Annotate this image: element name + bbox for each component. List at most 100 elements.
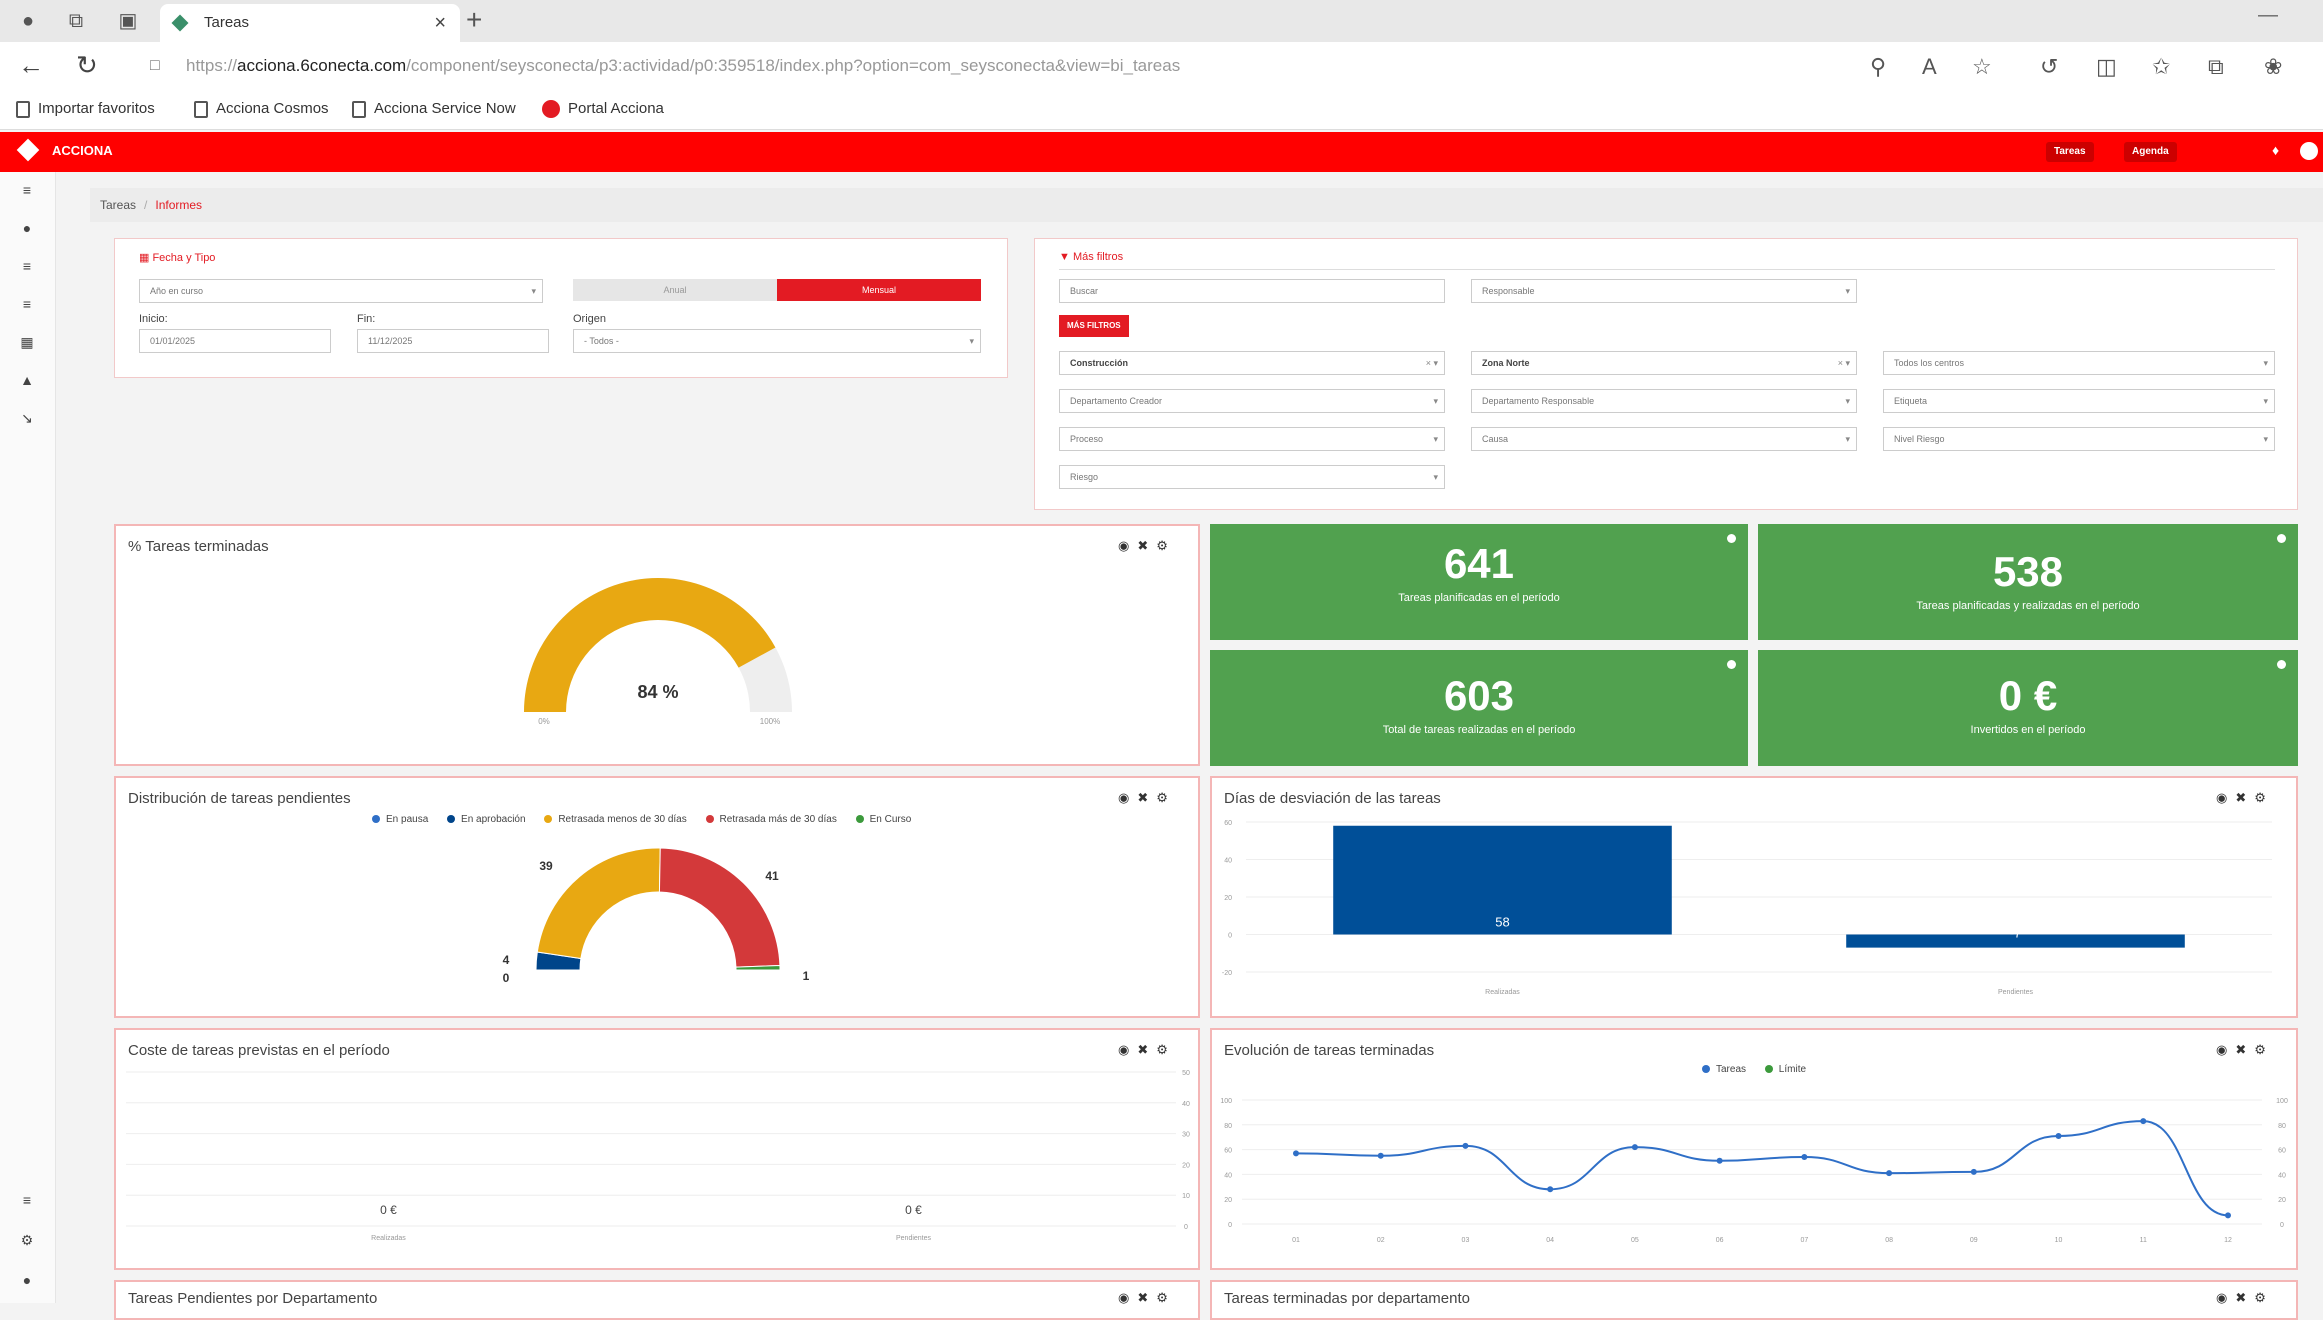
search-input[interactable]: Buscar bbox=[1059, 279, 1445, 303]
warning-icon[interactable]: ▲ bbox=[18, 372, 36, 388]
read-aloud-icon[interactable]: A bbox=[1922, 54, 1937, 80]
data-point bbox=[1716, 1157, 1723, 1164]
annual-toggle[interactable]: Anual bbox=[573, 279, 777, 301]
end-date-field[interactable]: 11/12/2025 bbox=[357, 329, 549, 353]
y-tick-label: 100 bbox=[1220, 1098, 1232, 1105]
y2-tick-label: 0 bbox=[2280, 1222, 2284, 1229]
done-by-department-card: Tareas terminadas por departamento ◉✖⚙ bbox=[1210, 1280, 2298, 1320]
card-title: Tareas Pendientes por Departamento bbox=[128, 1290, 378, 1307]
data-point bbox=[1293, 1150, 1299, 1157]
x-tick-label: 04 bbox=[1546, 1237, 1554, 1244]
chevron-down-icon: ▾ bbox=[2263, 396, 2268, 406]
filter-select-1[interactable]: Construcción × ▾ bbox=[1059, 351, 1445, 375]
x-tick-label: 07 bbox=[1800, 1237, 1808, 1244]
filter-select-7-value: Proceso bbox=[1070, 434, 1104, 444]
bookmark-cosmos[interactable]: Acciona Cosmos bbox=[194, 100, 329, 118]
bookmark-service-now[interactable]: Acciona Service Now bbox=[352, 100, 516, 118]
info-dot-icon[interactable] bbox=[2277, 534, 2286, 543]
acciona-logo-icon bbox=[16, 138, 40, 162]
filter-select-10[interactable]: Riesgo ▾ bbox=[1059, 465, 1445, 489]
user-avatar[interactable] bbox=[2300, 142, 2318, 160]
y-tick-label: 60 bbox=[1224, 820, 1232, 827]
header-agenda-button[interactable]: Agenda bbox=[2124, 142, 2177, 162]
origin-select[interactable]: - Todos - ▾ bbox=[573, 329, 981, 353]
date-type-title: ▦ Fecha y Tipo bbox=[139, 251, 215, 264]
url-field[interactable]: □ https://acciona.6conecta.com/component… bbox=[130, 48, 1930, 84]
extension-icon[interactable]: ↺ bbox=[2040, 54, 2058, 80]
calendar-icon[interactable]: ▦ bbox=[18, 334, 36, 351]
reload-icon[interactable]: ↻ bbox=[76, 50, 98, 81]
kpi-label: Tareas planificadas y realizadas en el p… bbox=[1916, 600, 2140, 612]
more-filters-title-text: Más filtros bbox=[1072, 251, 1124, 263]
x-tick-label: Realizadas bbox=[371, 1235, 406, 1242]
filter-select-8[interactable]: Causa ▾ bbox=[1471, 427, 1857, 451]
data-point bbox=[2055, 1132, 2062, 1139]
filter-select-5-value: Departamento Responsable bbox=[1482, 396, 1595, 406]
filter-select-5[interactable]: Departamento Responsable ▾ bbox=[1471, 389, 1857, 413]
help-icon[interactable]: ● bbox=[18, 1272, 36, 1288]
info-dot-icon[interactable] bbox=[1727, 660, 1736, 669]
filter-select-4-value: Departamento Creador bbox=[1070, 396, 1163, 406]
y-tick-label: 60 bbox=[1224, 1148, 1232, 1155]
copilot-icon[interactable]: ❀ bbox=[2264, 54, 2282, 80]
tab-favicon-icon bbox=[171, 14, 189, 32]
collections-icon[interactable]: ⧉ bbox=[62, 8, 90, 34]
x-tick-label: 09 bbox=[1970, 1237, 1978, 1244]
y-tick-label: 20 bbox=[1224, 895, 1232, 902]
filter-select-7[interactable]: Proceso ▾ bbox=[1059, 427, 1445, 451]
settings-icon[interactable]: ⚙ bbox=[18, 1232, 36, 1249]
bar-value-label: 0 € bbox=[905, 1203, 922, 1217]
data-point bbox=[1801, 1154, 1808, 1161]
tasks-icon[interactable]: ● bbox=[18, 220, 36, 236]
zoom-icon[interactable]: ⚲ bbox=[1870, 54, 1886, 80]
kpi-value: 0 € bbox=[1998, 672, 2058, 719]
x-tick-label: 11 bbox=[2140, 1237, 2147, 1244]
more-filters-button[interactable]: MÁS FILTROS bbox=[1059, 315, 1129, 337]
gauge-max-label: 100% bbox=[760, 717, 780, 726]
kpi-total-done: 603 Total de tareas realizadas en el per… bbox=[1210, 650, 1748, 766]
bookmark-label: Acciona Service Now bbox=[374, 100, 516, 117]
grid-icon[interactable]: ≡ bbox=[18, 1192, 36, 1208]
favorite-star-icon[interactable]: ☆ bbox=[1972, 54, 1992, 80]
menu-icon[interactable]: ≡ bbox=[18, 182, 36, 198]
filter-select-4[interactable]: Departamento Creador ▾ bbox=[1059, 389, 1445, 413]
brand-name[interactable]: ACCIONA bbox=[52, 143, 113, 158]
chart-icon[interactable]: ↘ bbox=[18, 410, 36, 427]
favorites-icon[interactable]: ✩ bbox=[2152, 54, 2170, 80]
bookmark-import[interactable]: Importar favoritos bbox=[16, 100, 155, 118]
back-arrow-icon[interactable]: ← bbox=[18, 50, 44, 81]
chevron-down-icon: ▾ bbox=[531, 286, 536, 296]
split-screen-icon[interactable]: ◫ bbox=[2096, 54, 2117, 80]
y-tick-label: 10 bbox=[1182, 1193, 1190, 1200]
data-point bbox=[1462, 1142, 1469, 1149]
browser-tab[interactable]: Tareas × bbox=[160, 4, 460, 42]
filter-select-9[interactable]: Nivel Riesgo ▾ bbox=[1883, 427, 2275, 451]
filter-select-3[interactable]: Todos los centros ▾ bbox=[1883, 351, 2275, 375]
bookmark-portal[interactable]: Portal Acciona bbox=[542, 100, 664, 119]
new-tab-icon[interactable]: + bbox=[466, 4, 482, 36]
monthly-toggle[interactable]: Mensual bbox=[777, 279, 981, 301]
evolution-card: Evolución de tareas terminadas ◉✖⚙ Tarea… bbox=[1210, 1028, 2298, 1270]
checklist-icon[interactable]: ≡ bbox=[18, 296, 36, 312]
period-select[interactable]: Año en curso ▾ bbox=[139, 279, 543, 303]
breadcrumb-tareas[interactable]: Tareas bbox=[100, 198, 136, 212]
tab-actions-icon[interactable]: ▣ bbox=[114, 8, 142, 34]
bar-value-label: 0 € bbox=[380, 1203, 397, 1217]
filter-select-2[interactable]: Zona Norte × ▾ bbox=[1471, 351, 1857, 375]
filter-select-6-value: Etiqueta bbox=[1894, 396, 1928, 406]
info-dot-icon[interactable] bbox=[2277, 660, 2286, 669]
pending-by-department-card: Tareas Pendientes por Departamento ◉✖⚙ bbox=[114, 1280, 1200, 1320]
minimize-window-icon[interactable]: — bbox=[2258, 4, 2278, 27]
deviation-days-card: Días de desviación de las tareas ◉✖⚙ -20… bbox=[1210, 776, 2298, 1018]
collections-toolbar-icon[interactable]: ⧉ bbox=[2208, 54, 2224, 80]
deviation-bar-chart: -20 0 20 40 60 58 Realizadas -7 Pendientes bbox=[1222, 820, 2272, 996]
profile-icon[interactable]: ● bbox=[14, 8, 42, 34]
notifications-bell-icon[interactable]: ♦ bbox=[2272, 142, 2279, 158]
filter-select-6[interactable]: Etiqueta ▾ bbox=[1883, 389, 2275, 413]
start-date-field[interactable]: 01/01/2025 bbox=[139, 329, 331, 353]
header-tareas-button[interactable]: Tareas bbox=[2046, 142, 2094, 162]
close-tab-icon[interactable]: × bbox=[434, 4, 446, 42]
y-tick-label: 20 bbox=[1182, 1162, 1190, 1169]
list-icon[interactable]: ≡ bbox=[18, 258, 36, 274]
responsible-select[interactable]: Responsable ▾ bbox=[1471, 279, 1857, 303]
